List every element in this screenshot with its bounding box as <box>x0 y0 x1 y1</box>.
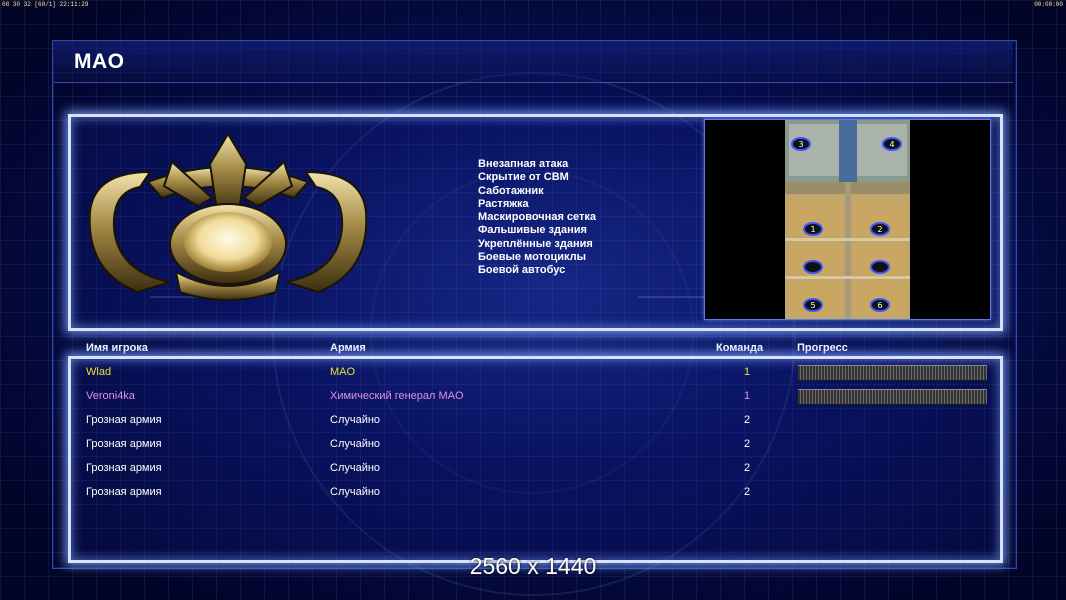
column-header-army: Армия <box>330 342 366 354</box>
start-position-4: 4 <box>889 140 894 149</box>
start-position-1: 1 <box>810 225 815 234</box>
player-name: Грозная армия <box>86 462 162 474</box>
start-position-6: 6 <box>877 301 882 310</box>
modifier-item: Внезапная атака <box>478 158 569 170</box>
player-army: Случайно <box>330 414 381 426</box>
player-team: 2 <box>744 462 751 474</box>
modifier-item: Саботажник <box>478 184 544 197</box>
column-header-team: Команда <box>716 342 764 354</box>
player-name: Грозная армия <box>86 438 162 450</box>
start-position-2: 2 <box>877 225 882 234</box>
player-army: MAO <box>330 366 356 378</box>
player-row: Wlad MAO 1 <box>0 360 1066 384</box>
page-title: MAO <box>74 50 125 73</box>
progress-bar <box>798 365 987 381</box>
modifier-item: Боевой автобус <box>478 264 566 277</box>
modifier-item: Маскировочная сетка <box>478 211 597 224</box>
player-name: Грозная армия <box>86 486 162 498</box>
minimap[interactable]: 3 4 1 2 5 6 <box>704 119 991 320</box>
progress-fill <box>798 366 987 380</box>
modifiers-list: Внезапная атака Скрытие от СВМ Саботажни… <box>478 158 596 278</box>
modifier-item: Скрытие от СВМ <box>478 171 569 184</box>
player-army: Случайно <box>330 462 381 474</box>
player-row: Грозная армия Случайно 2 <box>0 456 1066 480</box>
player-name: Грозная армия <box>86 414 162 426</box>
progress-fill <box>798 390 987 404</box>
player-row: Грозная армия Случайно 2 <box>0 432 1066 456</box>
player-team: 1 <box>744 390 751 402</box>
player-name: Veroni4ka <box>86 390 135 402</box>
column-header-name: Имя игрока <box>86 342 148 354</box>
player-army: Случайно <box>330 438 381 450</box>
status-left: 08 30 32 [60/1] 22:11:29 <box>2 1 89 8</box>
general-emblem-icon <box>88 132 368 301</box>
player-row: Грозная армия Случайно 2 <box>0 480 1066 504</box>
player-row: Veroni4ka Химический генерал MAO 1 <box>0 384 1066 408</box>
modifier-item: Фальшивые здания <box>478 224 587 237</box>
player-army: Случайно <box>330 486 381 498</box>
modifier-item: Укреплённые здания <box>478 237 593 250</box>
player-team: 2 <box>744 438 751 450</box>
player-team: 2 <box>744 414 751 426</box>
player-army: Химический генерал MAO <box>330 390 464 402</box>
modifier-item: Боевые мотоциклы <box>478 251 587 264</box>
player-team: 2 <box>744 486 751 498</box>
status-right: 00:00:00 <box>1034 1 1063 8</box>
column-header-progress: Прогресс <box>797 342 848 354</box>
progress-bar <box>798 389 987 405</box>
player-row: Грозная армия Случайно 2 <box>0 408 1066 432</box>
resolution-watermark: 2560 x 1440 <box>469 553 597 579</box>
title-bar <box>54 42 1013 83</box>
start-position-3: 3 <box>798 140 803 149</box>
player-team: 1 <box>744 366 751 378</box>
modifier-item: Растяжка <box>478 197 529 210</box>
minimap-image: 3 4 1 2 5 6 <box>785 120 910 319</box>
start-position-5: 5 <box>810 301 815 310</box>
status-bar: 08 30 32 [60/1] 22:11:29 00:00:00 <box>0 0 1066 9</box>
player-name: Wlad <box>86 366 112 378</box>
